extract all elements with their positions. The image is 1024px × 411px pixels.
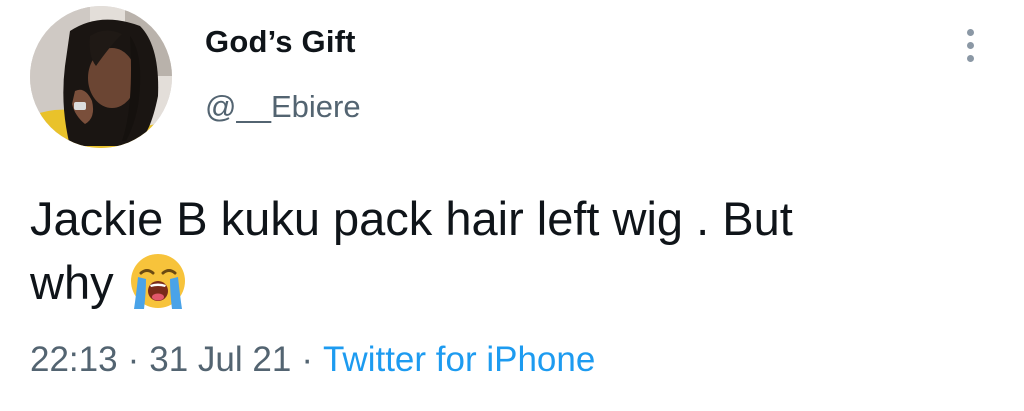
separator: · [301,340,313,379]
tweet-meta: 22:13 · 31 Jul 21 · Twitter for iPhone [30,340,595,380]
tweet-text: Jackie B kuku pack hair left wig . But w… [30,187,990,315]
avatar[interactable] [30,6,172,148]
more-vertical-icon[interactable] [955,22,985,68]
separator: · [127,340,140,379]
tweet-card: God’s Gift @__Ebiere Jackie B kuku pack … [0,0,1024,411]
user-handle[interactable]: @__Ebiere [205,89,361,125]
dot [966,28,974,36]
dot [966,41,974,49]
tweet-text-line: Jackie B kuku pack hair left wig . But [30,192,793,245]
tweet-text-line: why [30,256,114,309]
tweet-source-link[interactable]: Twitter for iPhone [323,340,595,379]
dot [966,54,974,62]
avatar-photo [30,6,172,148]
display-name[interactable]: God’s Gift [205,24,356,60]
loudly-crying-face-emoji [130,254,185,309]
tweet-date[interactable]: 31 Jul 21 [149,340,291,379]
tweet-time[interactable]: 22:13 [30,340,118,379]
